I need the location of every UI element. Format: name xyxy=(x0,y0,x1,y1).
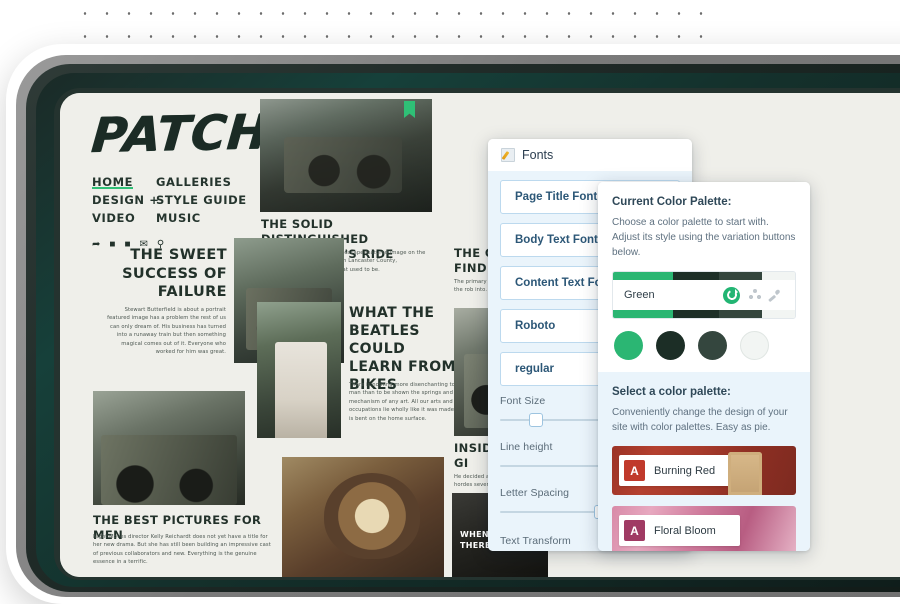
palette-row[interactable]: Green xyxy=(613,280,795,310)
palette-stripe-top xyxy=(613,272,795,280)
palette-chip: A Floral Bloom xyxy=(619,515,740,546)
shuffle-icon[interactable] xyxy=(748,288,761,302)
stripe-color-3 xyxy=(718,310,763,318)
eyedropper-icon[interactable] xyxy=(767,289,780,302)
article-image-best-pictures xyxy=(93,391,245,505)
article-body-sweet-success: Stewart Butterfield is about a portrait … xyxy=(107,307,226,356)
stripe-color-4 xyxy=(762,310,795,318)
current-palette-name: Green xyxy=(624,289,655,301)
palette-chip: A Burning Red xyxy=(619,455,740,486)
fonts-panel-title: Fonts xyxy=(522,148,554,162)
nav-item-style-guide[interactable]: STYLE GUIDE xyxy=(156,193,251,207)
bookmark-icon[interactable] xyxy=(404,101,415,118)
palette-letter: A xyxy=(624,520,645,541)
stripe-color-1 xyxy=(613,272,674,280)
twitter-icon[interactable]: ➦ xyxy=(92,240,100,250)
dot-grid-decoration xyxy=(74,2,714,50)
article-body-best-pictures: Night Moves director Kelly Reichardt doe… xyxy=(93,534,271,566)
current-palette-heading: Current Color Palette: xyxy=(612,196,732,208)
slider-knob[interactable] xyxy=(528,413,543,427)
palette-option-floral-bloom[interactable]: A Floral Bloom xyxy=(612,506,796,551)
nav-item-design[interactable]: DESIGN + xyxy=(92,193,163,207)
pencil-icon xyxy=(501,148,515,162)
stripe-color-1 xyxy=(613,310,674,318)
palette-name: Burning Red xyxy=(654,464,716,477)
select-palette-description: Conveniently change the design of your s… xyxy=(612,407,788,433)
color-palette-panel: Current Color Palette: Choose a color pa… xyxy=(598,182,810,551)
current-palette-section: Current Color Palette: Choose a color pa… xyxy=(598,182,810,372)
article-body-beatles: There is nothing more disenchanting to m… xyxy=(349,382,456,422)
hero-image xyxy=(260,99,432,212)
swatch-slate[interactable] xyxy=(698,331,727,360)
site-logo[interactable]: PATCH xyxy=(89,104,274,164)
site-branding: PATCH HOME GALLERIES DESIGN + STYLE GUID… xyxy=(89,104,274,250)
stripe-color-2 xyxy=(673,272,719,280)
palette-option-burning-red[interactable]: A Burning Red xyxy=(612,446,796,495)
nav-item-video[interactable]: VIDEO xyxy=(92,211,139,225)
stripe-color-3 xyxy=(718,272,763,280)
article-image-beatles xyxy=(257,302,341,438)
refresh-icon[interactable] xyxy=(723,286,740,304)
fonts-panel-header: Fonts xyxy=(488,139,692,171)
stripe-color-4 xyxy=(762,272,795,280)
swatch-dark[interactable] xyxy=(656,331,685,360)
swatch-light[interactable] xyxy=(740,331,769,360)
palette-letter: A xyxy=(624,460,645,481)
current-palette-bar[interactable]: Green xyxy=(612,271,796,319)
article-title-sweet-success[interactable]: THE SWEET SUCCESS OF FAILURE xyxy=(102,246,227,302)
article-image-helmet xyxy=(282,457,444,577)
nav-item-home[interactable]: HOME xyxy=(92,175,133,189)
site-navigation: HOME GALLERIES DESIGN + STYLE GUIDE VIDE… xyxy=(92,173,267,227)
palette-stripe-bottom xyxy=(613,310,795,318)
nav-item-music[interactable]: MUSIC xyxy=(156,211,205,225)
swatch-accent[interactable] xyxy=(614,331,643,360)
palette-name: Floral Bloom xyxy=(654,524,716,537)
select-palette-section: Select a color palette: Conveniently cha… xyxy=(598,372,810,551)
current-palette-description: Choose a color palette to start with. Ad… xyxy=(612,217,796,258)
stripe-color-2 xyxy=(673,310,719,318)
palette-swatches xyxy=(612,331,796,360)
select-palette-heading: Select a color palette: xyxy=(612,386,731,398)
nav-item-galleries[interactable]: GALLERIES xyxy=(156,175,236,189)
